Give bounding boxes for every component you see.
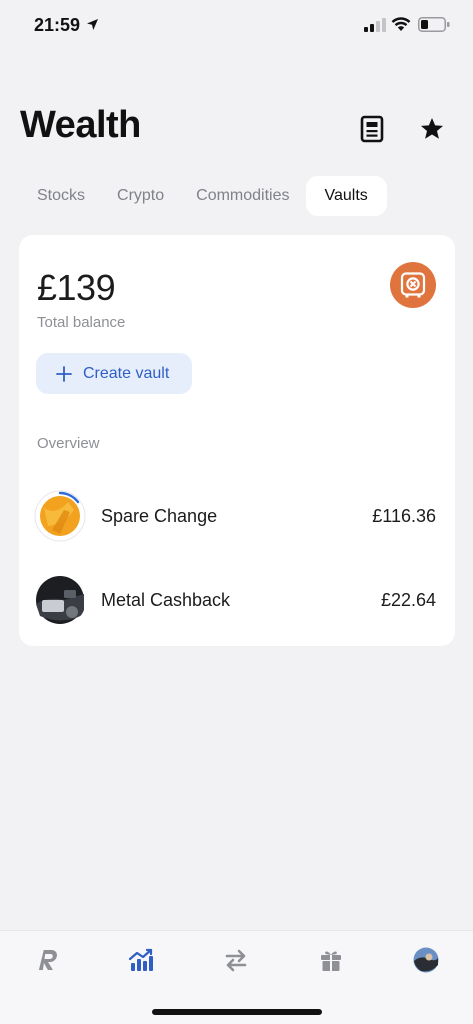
vault-row-metal-cashback[interactable]: Metal Cashback £22.64 (19, 569, 455, 629)
vault-safe-icon (400, 272, 426, 298)
tab-commodities[interactable]: Commodities (180, 176, 305, 216)
tab-profile[interactable] (411, 945, 441, 975)
spare-change-image (34, 490, 86, 542)
vault-amount: £116.36 (372, 506, 436, 526)
asset-tabs: Stocks Crypto Commodities Vaults (20, 176, 387, 216)
page-title: Wealth (20, 104, 141, 146)
cellular-signal-icon (364, 18, 386, 32)
wifi-icon (391, 17, 411, 31)
total-balance-value: £139 (37, 267, 116, 308)
tab-stocks[interactable]: Stocks (21, 176, 101, 216)
gift-icon (321, 951, 341, 971)
profile-avatar (413, 947, 439, 973)
news-button[interactable] (358, 114, 386, 144)
tab-crypto[interactable]: Crypto (101, 176, 180, 216)
spare-change-avatar (34, 490, 86, 542)
overview-heading: Overview (37, 435, 100, 452)
metal-cashback-image (36, 576, 84, 624)
vault-amount: £22.64 (380, 590, 436, 610)
wealth-chart-icon (128, 948, 153, 971)
tab-wealth[interactable] (126, 945, 156, 975)
battery-icon (418, 17, 450, 32)
metal-cashback-avatar (34, 574, 86, 626)
tab-transfers[interactable] (221, 945, 251, 975)
location-arrow-icon (87, 19, 98, 30)
revolut-home-icon (38, 950, 57, 970)
star-icon (420, 117, 444, 139)
plus-icon (56, 365, 72, 382)
vault-name: Spare Change (101, 506, 218, 526)
create-vault-label: Create vault (83, 364, 170, 382)
create-vault-button[interactable]: Create vault (36, 353, 192, 394)
vault-name: Metal Cashback (101, 590, 231, 610)
watchlist-button[interactable] (417, 114, 447, 144)
tab-rewards[interactable] (316, 945, 346, 975)
tab-home[interactable] (32, 945, 62, 975)
vault-badge (390, 262, 436, 308)
status-bar: 21:59 (0, 0, 473, 52)
vaults-card: £139 Total balance Create vault Overview (19, 235, 455, 646)
vault-row-spare-change[interactable]: Spare Change £116.36 (19, 485, 455, 545)
total-balance-label: Total balance (37, 314, 126, 331)
news-icon (360, 115, 384, 143)
transfer-icon (225, 949, 247, 972)
status-time: 21:59 (34, 15, 81, 35)
tab-vaults[interactable]: Vaults (305, 176, 387, 216)
home-indicator (152, 1009, 322, 1015)
